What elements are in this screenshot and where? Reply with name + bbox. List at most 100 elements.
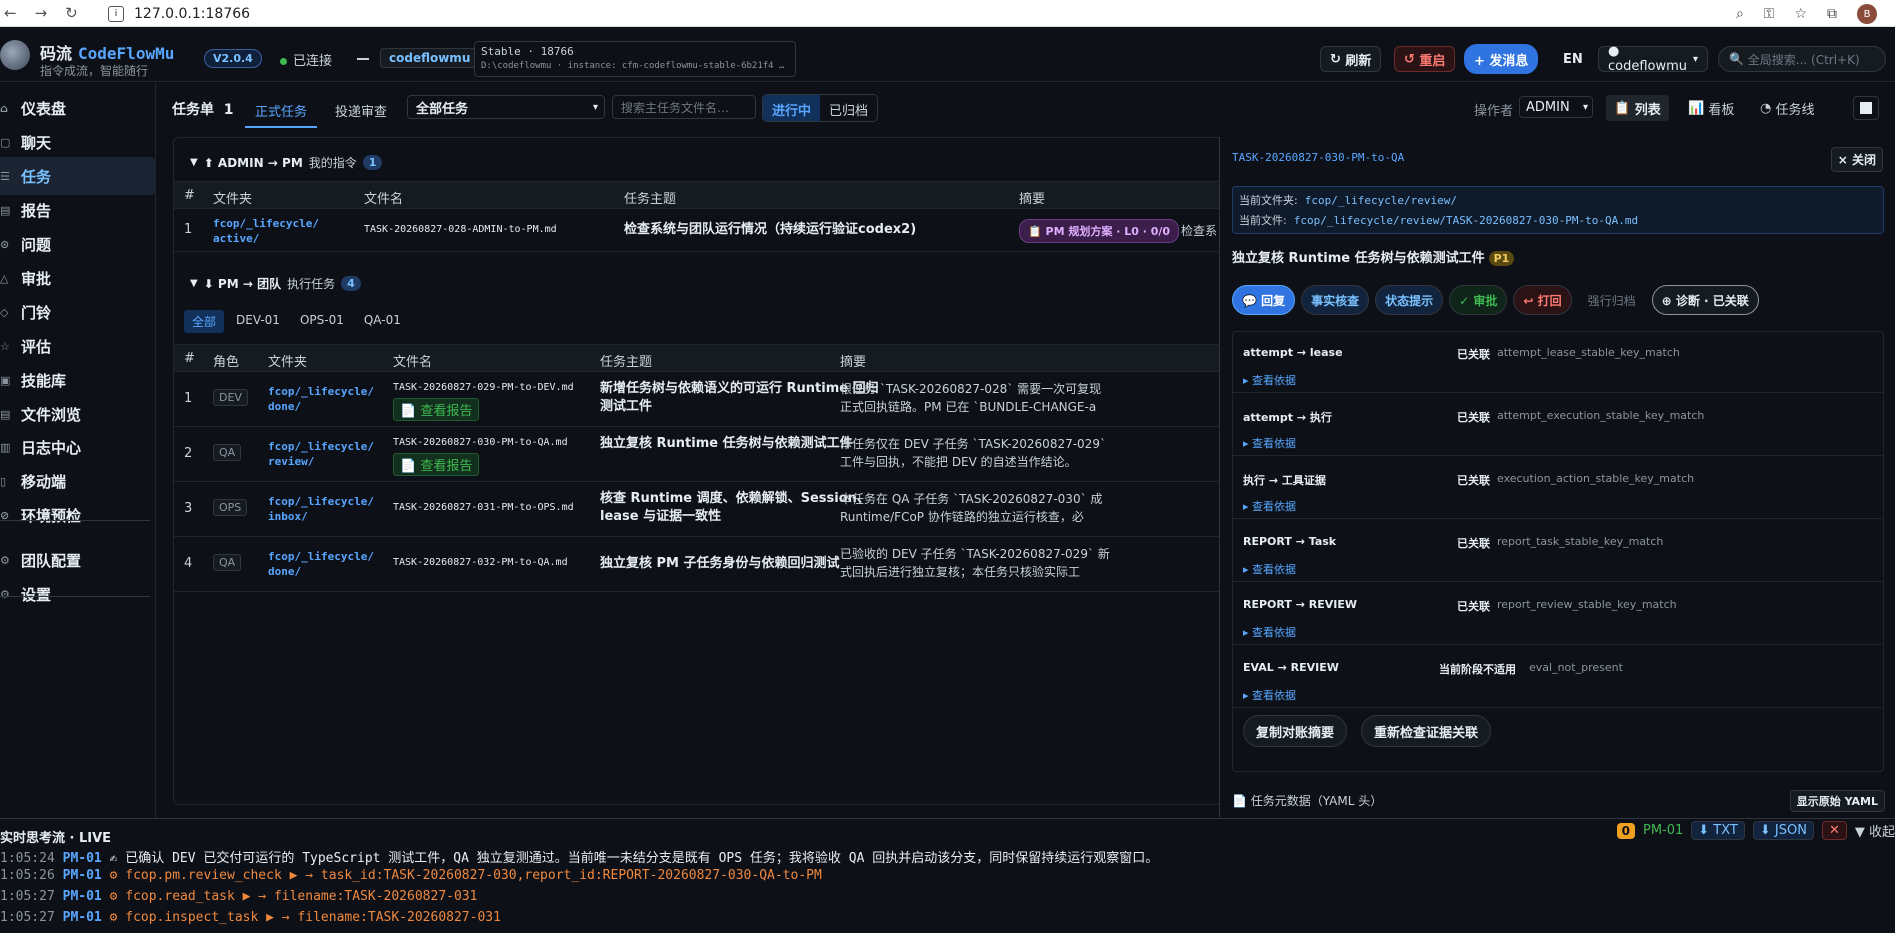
key-icon[interactable]: ⚿: [1764, 6, 1775, 22]
status-dot-icon: [280, 58, 287, 65]
sidebar-item-dashboard[interactable]: ⌂ 仪表盘: [0, 89, 156, 127]
reload-icon[interactable]: ↻: [65, 4, 78, 22]
force-archive-button[interactable]: 强行归档: [1578, 285, 1646, 315]
global-search-input[interactable]: 🔍 全局搜索... (Ctrl+K): [1718, 46, 1886, 72]
profile-avatar[interactable]: B: [1857, 4, 1877, 24]
view-basis-toggle[interactable]: ▸ 查看依据: [1243, 372, 1296, 388]
sidebar-item-team-config[interactable]: ⚙ 团队配置: [0, 541, 156, 579]
sidebar-item-eval[interactable]: ☆ 评估: [0, 327, 156, 365]
filter-qa[interactable]: QA-01: [356, 310, 409, 333]
sidebar-item-report[interactable]: ▤ 报告: [0, 191, 156, 229]
count-badge: 4: [341, 276, 361, 291]
table-row[interactable]: 3 OPS fcop/_lifecycle/inbox/TASK-20260827-…: [174, 482, 1222, 537]
zoom-icon[interactable]: ⌕: [1736, 6, 1744, 22]
fact-check-button[interactable]: 事实核查: [1301, 285, 1370, 315]
folder-link[interactable]: fcop/_lifecycle/active/: [213, 216, 321, 246]
send-message-button[interactable]: + 发消息: [1464, 44, 1539, 74]
sidebar-item-logs[interactable]: ▥ 日志中心: [0, 428, 156, 466]
folder-link[interactable]: fcop/_lifecycle/done/: [268, 384, 380, 414]
back-icon[interactable]: ←: [4, 4, 17, 22]
approve-button[interactable]: ✓ 审批: [1449, 285, 1508, 315]
folder-link[interactable]: fcop/_lifecycle/inbox/: [268, 494, 380, 524]
table-row[interactable]: 1 DEV fcop/_lifecycle/done/TASK-20260827-0…: [174, 372, 1222, 427]
table-row[interactable]: 4 QA fcop/_lifecycle/done/TASK-20260827-03…: [174, 537, 1222, 592]
table-row[interactable]: 1 fcop/_lifecycle/active/ TASK-20260827-…: [174, 210, 1222, 252]
view-basis-toggle[interactable]: ▸ 查看依据: [1243, 498, 1296, 514]
diagnose-button[interactable]: ⊕ 诊断 · 已关联: [1651, 285, 1759, 315]
view-basis-toggle[interactable]: ▸ 查看依据: [1243, 687, 1296, 703]
view-basis-toggle[interactable]: ▸ 查看依据: [1243, 561, 1296, 577]
bookmark-star-icon[interactable]: ☆: [1794, 6, 1807, 22]
sidebar-item-bell[interactable]: ◇ 门铃: [0, 293, 156, 331]
table-row[interactable]: 2 QA fcop/_lifecycle/review/TASK-20260827-…: [174, 427, 1222, 482]
filter-dev[interactable]: DEV-01: [228, 310, 288, 333]
tab-in-progress[interactable]: 进行中: [763, 95, 821, 121]
section-admin-to-pm[interactable]: ▼ ⬆ ADMIN → PM 我的指令 1: [190, 154, 383, 171]
restart-button[interactable]: ↺ 重启: [1394, 46, 1456, 72]
view-timeline-button[interactable]: ◔ 任务线: [1752, 95, 1823, 121]
clear-log-button[interactable]: ✕: [1821, 821, 1847, 840]
task-summary: 根任务 `TASK-20260827-028` 需要一次可复现 正式回执链路。PM…: [840, 382, 1102, 414]
tab-delivery-review[interactable]: 投递审查: [325, 95, 397, 126]
recheck-evidence-button[interactable]: 重新检查证据关联: [1361, 715, 1492, 747]
sidebar-item-skills[interactable]: ▣ 技能库: [0, 361, 156, 399]
view-basis-toggle[interactable]: ▸ 查看依据: [1243, 624, 1296, 640]
role-badge: DEV: [213, 389, 248, 406]
reject-button[interactable]: ↩ 打回: [1513, 285, 1572, 315]
status-hint-button[interactable]: 状态提示: [1375, 285, 1444, 315]
evidence-key: execution_action_stable_key_match: [1497, 472, 1695, 485]
close-button[interactable]: × 关闭: [1830, 147, 1883, 172]
sidebar-item-settings[interactable]: ⚙ 设置: [0, 575, 156, 613]
tab-formal-tasks[interactable]: 正式任务: [245, 95, 318, 128]
filter-all[interactable]: 全部: [184, 310, 225, 333]
sidebar-item-precheck[interactable]: ⊘ 环境预检: [0, 496, 156, 534]
team-select[interactable]: ● codeflowmu ▾: [1598, 44, 1708, 74]
address-bar[interactable]: i 127.0.0.1:18766: [108, 3, 1873, 24]
task-detail-drawer: TASK-20260827-030-PM-to-QA × 关闭 当前文件夹: f…: [1219, 137, 1895, 817]
filter-ops[interactable]: OPS-01: [292, 310, 352, 333]
task-search-input[interactable]: 搜索主任务文件名…: [612, 95, 756, 119]
folder-link[interactable]: fcop/_lifecycle/done/: [268, 549, 380, 579]
export-json-button[interactable]: ⬇ JSON: [1752, 821, 1814, 840]
collapse-button[interactable]: ▼ 收起: [1855, 821, 1895, 840]
language-toggle[interactable]: EN: [1554, 46, 1592, 72]
operator-select[interactable]: ADMIN ▾: [1519, 96, 1593, 118]
task-filter-select[interactable]: 全部任务 ▾: [407, 95, 605, 119]
log-line: 1:05:24 PM-01 ✍ 已确认 DEV 已交付可运行的 TypeScri…: [0, 851, 1159, 866]
forward-icon[interactable]: →: [35, 4, 48, 22]
sidebar-item-chat[interactable]: ▢ 聊天: [0, 123, 156, 161]
evidence-status: 已关联: [1457, 348, 1490, 361]
view-report-button[interactable]: 📄 查看报告: [393, 398, 480, 421]
sidebar-item-label: 日志中心: [21, 438, 82, 457]
role-badge: OPS: [213, 499, 248, 516]
site-info-icon[interactable]: i: [108, 5, 124, 22]
reply-button[interactable]: 💬 回复: [1232, 285, 1296, 315]
copy-summary-button[interactable]: 复制对账摘要: [1243, 715, 1348, 747]
chat-icon: ▢: [0, 135, 11, 149]
panel-toggle-button[interactable]: [1853, 96, 1879, 120]
sidebar-item-label: 团队配置: [21, 551, 82, 570]
plan-badge[interactable]: 📋 PM 规划方案 · L0 · 0/0: [1019, 219, 1180, 243]
section-pm-to-team-header[interactable]: ▼ ⬇ PM → 团队 执行任务 4: [190, 275, 361, 292]
sidebar-divider: [0, 520, 150, 521]
agent-filter[interactable]: PM-01: [1643, 823, 1683, 838]
task-metadata-header[interactable]: 📄 任务元数据（YAML 头）: [1232, 792, 1382, 809]
evidence-name: REPORT → Task: [1243, 535, 1337, 548]
project-badge[interactable]: codeflowmu: [380, 48, 480, 68]
tab-archived[interactable]: 已归档: [820, 95, 877, 121]
sidebar-item-task[interactable]: ☰ 任务: [0, 157, 156, 195]
sidebar-item-approval[interactable]: △ 审批: [0, 259, 156, 297]
view-report-button[interactable]: 📄 查看报告: [393, 453, 480, 476]
view-basis-toggle[interactable]: ▸ 查看依据: [1243, 435, 1296, 451]
file-path-box: 当前文件夹: fcop/_lifecycle/review/ 当前文件: fco…: [1232, 186, 1884, 234]
sidebar-item-mobile[interactable]: ▯ 移动端: [0, 462, 156, 500]
sidebar-item-issue[interactable]: ⊙ 问题: [0, 225, 156, 263]
refresh-button[interactable]: ↻ 刷新: [1320, 46, 1382, 72]
extensions-icon[interactable]: ⧉: [1827, 6, 1837, 22]
export-txt-button[interactable]: ⬇ TXT: [1691, 821, 1745, 840]
restart-icon: ↺: [1404, 51, 1420, 67]
show-yaml-button[interactable]: 显示原始 YAML: [1789, 790, 1885, 812]
view-kanban-button[interactable]: 📊 看板: [1680, 95, 1742, 121]
view-list-button[interactable]: 📋 列表: [1606, 95, 1669, 121]
folder-link[interactable]: fcop/_lifecycle/review/: [268, 439, 380, 469]
